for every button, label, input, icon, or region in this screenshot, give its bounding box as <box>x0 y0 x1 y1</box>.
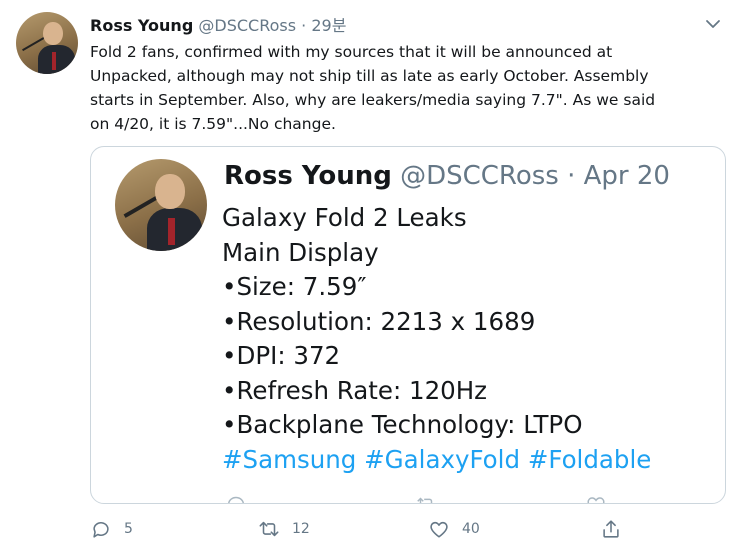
header-separator: · <box>301 16 307 35</box>
share-icon <box>603 520 619 538</box>
like-icon <box>587 497 605 503</box>
chevron-down-icon[interactable] <box>703 14 723 34</box>
quoted-text-line: •Resolution: 2213 x 1689 <box>222 306 536 336</box>
author-avatar[interactable] <box>16 12 78 74</box>
reply-count: 5 <box>124 521 133 537</box>
quoted-actions-cropped <box>225 493 695 503</box>
author-name[interactable]: Ross Young <box>90 16 193 35</box>
like-icon <box>430 521 448 538</box>
tweet-text: Fold 2 fans, confirmed with my sources t… <box>90 40 720 136</box>
tweet-actions: 5 12 40 <box>90 514 650 544</box>
reply-icon <box>228 496 244 503</box>
like-count: 40 <box>462 521 480 537</box>
avatar-tie <box>168 217 175 246</box>
retweet-icon <box>417 497 433 503</box>
avatar-head <box>155 173 185 209</box>
reply-button[interactable]: 5 <box>90 514 133 544</box>
quoted-author-handle[interactable]: @DSCCRoss <box>400 161 559 191</box>
quoted-text-line: Main Display <box>222 237 379 267</box>
avatar-tie <box>51 51 57 71</box>
quoted-text-line: •Refresh Rate: 120Hz <box>222 375 488 405</box>
tweet-text-line: on 4/20, it is 7.59"...No change. <box>90 115 336 133</box>
retweet-button[interactable]: 12 <box>258 514 310 544</box>
tweet-text-line: Fold 2 fans, confirmed with my sources t… <box>90 43 613 61</box>
tweet-header: Ross Young @DSCCRoss · 29분 <box>90 12 346 36</box>
quoted-header-separator: · <box>567 161 576 191</box>
quoted-tweet-text: Galaxy Fold 2 Leaks Main Display •Size: … <box>222 201 702 477</box>
quoted-hashtags[interactable]: #Samsung #GalaxyFold #Foldable <box>222 443 702 478</box>
author-handle[interactable]: @DSCCRoss <box>198 16 296 35</box>
retweet-count: 12 <box>292 521 310 537</box>
quoted-text-line: Galaxy Fold 2 Leaks <box>222 203 467 232</box>
tweet-text-line: starts in September. Also, why are leake… <box>90 91 656 109</box>
avatar-head <box>43 21 64 46</box>
quoted-author-name[interactable]: Ross Young <box>224 161 392 191</box>
quoted-text-line: •DPI: 372 <box>222 341 341 370</box>
tweet-time[interactable]: 29분 <box>311 16 346 35</box>
quoted-tweet[interactable]: Ross Young @DSCCRoss · Apr 20 Galaxy Fol… <box>90 146 726 504</box>
share-button[interactable] <box>600 514 622 544</box>
reply-icon <box>93 521 109 538</box>
avatar-suit <box>37 44 75 74</box>
quoted-tweet-header: Ross Young @DSCCRoss · Apr 20 <box>224 161 670 191</box>
quoted-author-avatar[interactable] <box>115 159 207 251</box>
quoted-text-line: •Size: 7.59″ <box>222 272 367 301</box>
like-button[interactable]: 40 <box>428 514 480 544</box>
retweet-icon <box>259 521 279 537</box>
tweet-text-line: Unpacked, although may not ship till as … <box>90 67 649 85</box>
quoted-text-line: •Backplane Technology: LTPO <box>222 410 583 439</box>
quoted-tweet-date[interactable]: Apr 20 <box>584 161 670 191</box>
